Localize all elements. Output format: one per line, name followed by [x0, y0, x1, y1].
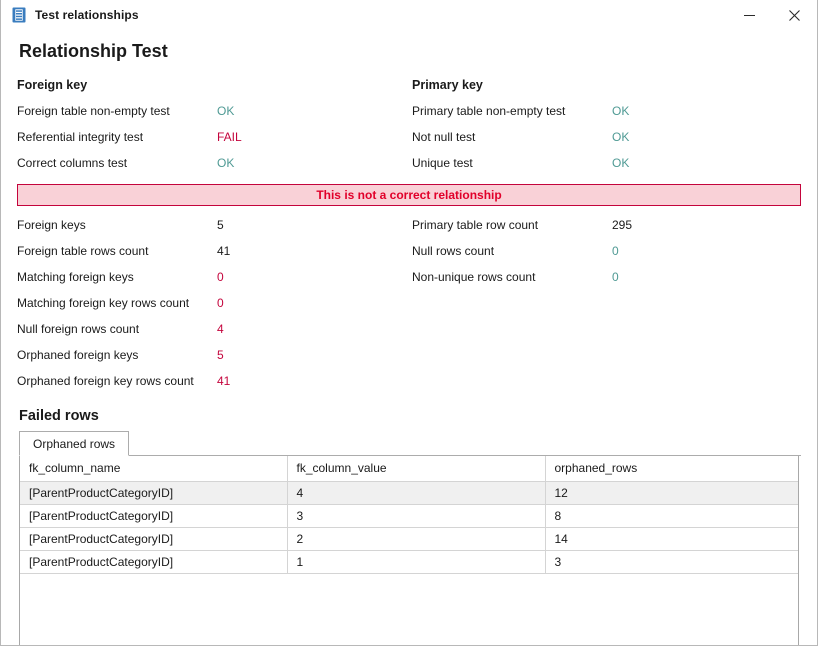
- document-list-icon: [11, 7, 27, 23]
- minimize-icon: [744, 10, 755, 21]
- table-row[interactable]: [ParentProductCategoryID] 2 14: [20, 528, 798, 551]
- test-status: OK: [612, 130, 629, 144]
- stat-row: Null foreign rows count 4: [17, 316, 409, 342]
- failed-rows-title: Failed rows: [19, 408, 801, 424]
- minimize-button[interactable]: [727, 0, 772, 30]
- stat-value: 0: [217, 270, 224, 284]
- stat-row: Matching foreign key rows count 0: [17, 290, 409, 316]
- content-area: Relationship Test Foreign key Primary ke…: [1, 41, 817, 646]
- stat-row: Foreign keys 5: [17, 212, 409, 238]
- test-row: Referential integrity test FAIL: [17, 124, 409, 150]
- test-row: Unique test OK: [412, 150, 801, 176]
- primary-key-tests: Primary table non-empty test OK Not null…: [409, 98, 801, 176]
- stat-value: 41: [217, 244, 230, 258]
- stat-label: Foreign table rows count: [17, 244, 217, 258]
- test-status: OK: [217, 104, 234, 118]
- stat-value: 0: [217, 296, 224, 310]
- stat-label: Orphaned foreign key rows count: [17, 374, 217, 388]
- stat-label: Primary table row count: [412, 218, 612, 232]
- stat-row: Orphaned foreign key rows count 41: [17, 368, 409, 394]
- table-row[interactable]: [ParentProductCategoryID] 4 12: [20, 482, 798, 505]
- cell-fk-column-name: [ParentProductCategoryID]: [20, 482, 287, 505]
- cell-orphaned-rows: 3: [545, 551, 798, 574]
- test-relationships-window: Test relationships Relationship Test For…: [0, 0, 818, 646]
- test-label: Referential integrity test: [17, 130, 217, 144]
- test-row: Foreign table non-empty test OK: [17, 98, 409, 124]
- test-row: Correct columns test OK: [17, 150, 409, 176]
- stat-label: Matching foreign key rows count: [17, 296, 217, 310]
- stat-label: Matching foreign keys: [17, 270, 217, 284]
- window-controls: [727, 0, 817, 30]
- tab-strip-baseline: [19, 455, 801, 456]
- stat-value: 295: [612, 218, 632, 232]
- stat-label: Null rows count: [412, 244, 612, 258]
- stat-value: 0: [612, 270, 619, 284]
- relationship-error-banner: This is not a correct relationship: [17, 184, 801, 206]
- stat-row: Null rows count 0: [412, 238, 801, 264]
- cell-orphaned-rows: 12: [545, 482, 798, 505]
- tab-strip: Orphaned rows: [19, 430, 801, 456]
- foreign-key-stats: Foreign keys 5 Foreign table rows count …: [17, 212, 409, 394]
- title-bar: Test relationships: [1, 0, 817, 31]
- stat-label: Null foreign rows count: [17, 322, 217, 336]
- stat-label: Non-unique rows count: [412, 270, 612, 284]
- stat-row: Orphaned foreign keys 5: [17, 342, 409, 368]
- table-row[interactable]: [ParentProductCategoryID] 3 8: [20, 505, 798, 528]
- cell-fk-column-value: 1: [287, 551, 545, 574]
- stat-row: Primary table row count 295: [412, 212, 801, 238]
- test-status: OK: [612, 156, 629, 170]
- primary-key-heading: Primary key: [412, 78, 801, 92]
- stat-label: Orphaned foreign keys: [17, 348, 217, 362]
- stat-value: 4: [217, 322, 224, 336]
- test-row: Not null test OK: [412, 124, 801, 150]
- primary-key-stats: Primary table row count 295 Null rows co…: [409, 212, 801, 394]
- data-table: fk_column_name fk_column_value orphaned_…: [20, 456, 798, 574]
- tab-label: Orphaned rows: [33, 437, 115, 451]
- test-label: Foreign table non-empty test: [17, 104, 217, 118]
- close-icon: [789, 10, 800, 21]
- stat-value: 41: [217, 374, 230, 388]
- stat-row: Foreign table rows count 41: [17, 238, 409, 264]
- cell-fk-column-name: [ParentProductCategoryID]: [20, 528, 287, 551]
- cell-fk-column-value: 3: [287, 505, 545, 528]
- table-row[interactable]: [ParentProductCategoryID] 1 3: [20, 551, 798, 574]
- section-headings: Foreign key Primary key: [17, 70, 801, 92]
- cell-fk-column-value: 4: [287, 482, 545, 505]
- column-header-fk-column-value[interactable]: fk_column_value: [287, 456, 545, 482]
- tab-orphaned-rows[interactable]: Orphaned rows: [19, 431, 129, 456]
- statistics: Foreign keys 5 Foreign table rows count …: [17, 212, 801, 394]
- test-status: OK: [217, 156, 234, 170]
- foreign-key-heading: Foreign key: [17, 78, 409, 92]
- orphaned-rows-grid[interactable]: fk_column_name fk_column_value orphaned_…: [19, 456, 799, 646]
- stat-label: Foreign keys: [17, 218, 217, 232]
- test-status: FAIL: [217, 130, 242, 144]
- close-button[interactable]: [772, 0, 817, 30]
- cell-fk-column-value: 2: [287, 528, 545, 551]
- test-label: Unique test: [412, 156, 612, 170]
- cell-orphaned-rows: 8: [545, 505, 798, 528]
- stat-value: 5: [217, 218, 224, 232]
- stat-value: 5: [217, 348, 224, 362]
- stat-row: Matching foreign keys 0: [17, 264, 409, 290]
- cell-orphaned-rows: 14: [545, 528, 798, 551]
- table-header-row: fk_column_name fk_column_value orphaned_…: [20, 456, 798, 482]
- test-row: Primary table non-empty test OK: [412, 98, 801, 124]
- stat-row: Non-unique rows count 0: [412, 264, 801, 290]
- test-label: Not null test: [412, 130, 612, 144]
- cell-fk-column-name: [ParentProductCategoryID]: [20, 551, 287, 574]
- cell-fk-column-name: [ParentProductCategoryID]: [20, 505, 287, 528]
- foreign-key-tests: Foreign table non-empty test OK Referent…: [17, 98, 409, 176]
- column-header-fk-column-name[interactable]: fk_column_name: [20, 456, 287, 482]
- test-label: Correct columns test: [17, 156, 217, 170]
- stat-value: 0: [612, 244, 619, 258]
- window-title: Test relationships: [35, 8, 139, 22]
- test-label: Primary table non-empty test: [412, 104, 612, 118]
- test-results: Foreign table non-empty test OK Referent…: [17, 98, 801, 176]
- test-status: OK: [612, 104, 629, 118]
- column-header-orphaned-rows[interactable]: orphaned_rows: [545, 456, 798, 482]
- page-title: Relationship Test: [19, 41, 801, 62]
